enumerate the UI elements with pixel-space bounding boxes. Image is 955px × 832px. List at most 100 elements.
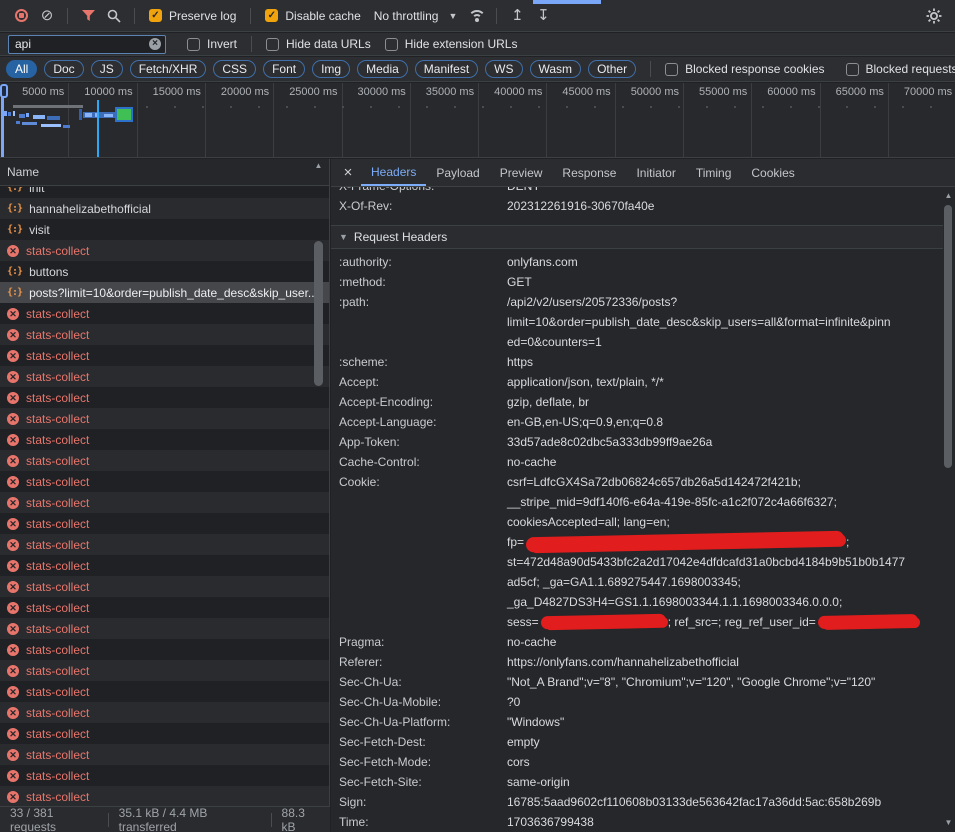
request-name: stats-collect bbox=[26, 433, 89, 447]
filter-input[interactable]: api × bbox=[8, 35, 166, 54]
type-filter-wasm[interactable]: Wasm bbox=[530, 60, 582, 78]
type-filter-js[interactable]: JS bbox=[91, 60, 123, 78]
tab-initiator[interactable]: Initiator bbox=[626, 159, 685, 186]
type-filter-fetch-xhr[interactable]: Fetch/XHR bbox=[130, 60, 207, 78]
preserve-log-checkbox[interactable]: ✓ Preserve log bbox=[149, 9, 236, 23]
header-value-text: onlyfans.com bbox=[507, 255, 578, 269]
request-row[interactable]: ✕stats-collect bbox=[0, 744, 329, 765]
request-row[interactable]: ✕stats-collect bbox=[0, 429, 329, 450]
request-row[interactable]: ✕stats-collect bbox=[0, 408, 329, 429]
clear-button[interactable]: ⊘ bbox=[34, 4, 60, 28]
request-row[interactable]: {:}init bbox=[0, 187, 329, 198]
tab-headers[interactable]: Headers bbox=[361, 159, 426, 186]
hide-extension-urls-checkbox[interactable]: Hide extension URLs bbox=[385, 37, 518, 51]
type-filter-img[interactable]: Img bbox=[312, 60, 350, 78]
clear-filter-icon[interactable]: × bbox=[149, 38, 161, 50]
timeline-dot bbox=[370, 106, 372, 108]
request-row[interactable]: ✕stats-collect bbox=[0, 345, 329, 366]
tab-response[interactable]: Response bbox=[552, 159, 626, 186]
overview-selection-handle[interactable] bbox=[1, 95, 4, 158]
record-button[interactable] bbox=[8, 4, 34, 28]
search-button[interactable] bbox=[101, 4, 127, 28]
requests-scrollbar[interactable]: ▲ bbox=[312, 161, 325, 804]
request-row[interactable]: ✕stats-collect bbox=[0, 366, 329, 387]
scroll-up-arrow[interactable]: ▲ bbox=[943, 191, 954, 201]
request-row[interactable]: ✕stats-collect bbox=[0, 660, 329, 681]
export-har-button[interactable]: ↧ bbox=[530, 4, 556, 28]
request-row[interactable]: ✕stats-collect bbox=[0, 576, 329, 597]
request-row[interactable]: ✕stats-collect bbox=[0, 765, 329, 786]
request-name: stats-collect bbox=[26, 412, 89, 426]
request-row[interactable]: ✕stats-collect bbox=[0, 702, 329, 723]
request-row[interactable]: ✕stats-collect bbox=[0, 492, 329, 513]
type-filter-ws[interactable]: WS bbox=[485, 60, 522, 78]
request-row[interactable]: ✕stats-collect bbox=[0, 303, 329, 324]
request-name: stats-collect bbox=[26, 769, 89, 783]
waterfall-bar bbox=[22, 122, 37, 125]
invert-checkbox[interactable]: Invert bbox=[187, 37, 237, 51]
request-row[interactable]: ✕stats-collect bbox=[0, 471, 329, 492]
request-row[interactable]: ✕stats-collect bbox=[0, 450, 329, 471]
request-row[interactable]: ✕stats-collect bbox=[0, 513, 329, 534]
tab-preview[interactable]: Preview bbox=[490, 159, 553, 186]
timeline-dot bbox=[622, 106, 624, 108]
header-value-text: limit=10&order=publish_date_desc&skip_us… bbox=[507, 315, 891, 329]
request-row[interactable]: ✕stats-collect bbox=[0, 786, 329, 806]
request-row[interactable]: ✕stats-collect bbox=[0, 639, 329, 660]
tab-timing[interactable]: Timing bbox=[686, 159, 742, 186]
type-filter-all[interactable]: All bbox=[6, 60, 37, 78]
overview-handle-grip[interactable] bbox=[0, 84, 8, 98]
type-filter-media[interactable]: Media bbox=[357, 60, 408, 78]
scroll-down-arrow[interactable]: ▼ bbox=[943, 818, 954, 828]
request-row[interactable]: ✕stats-collect bbox=[0, 240, 329, 261]
scrollbar-thumb[interactable] bbox=[944, 205, 952, 468]
name-column-header[interactable]: Name bbox=[0, 159, 329, 186]
request-headers-section-header[interactable]: ▼Request Headers bbox=[331, 225, 943, 249]
request-row[interactable]: {:}hannahelizabethofficial bbox=[0, 198, 329, 219]
blocked-response-cookies-checkbox[interactable]: Blocked response cookies bbox=[665, 62, 824, 76]
header-value-text: csrf=LdfcGX4Sa72db06824c657db26a5d142472… bbox=[507, 475, 801, 489]
type-filter-manifest[interactable]: Manifest bbox=[415, 60, 478, 78]
request-row[interactable]: ✕stats-collect bbox=[0, 534, 329, 555]
close-details-button[interactable]: × bbox=[335, 159, 361, 186]
header-value-text: no-cache bbox=[507, 455, 556, 469]
hide-data-urls-checkbox[interactable]: Hide data URLs bbox=[266, 37, 371, 51]
header-row: Sec-Fetch-Dest:empty bbox=[331, 732, 943, 752]
type-filter-font[interactable]: Font bbox=[263, 60, 305, 78]
header-name: Sign: bbox=[339, 792, 366, 812]
network-overview-timeline[interactable]: 5000 ms10000 ms15000 ms20000 ms25000 ms3… bbox=[0, 83, 955, 158]
header-value-text: /api2/v2/users/20572336/posts? bbox=[507, 295, 677, 309]
timeline-tick-label: 15000 ms bbox=[137, 86, 201, 98]
request-row[interactable]: ✕stats-collect bbox=[0, 555, 329, 576]
type-filter-other[interactable]: Other bbox=[588, 60, 636, 78]
request-row[interactable]: {:}buttons bbox=[0, 261, 329, 282]
settings-button[interactable] bbox=[921, 4, 947, 28]
throttling-select[interactable]: No throttling ▼ bbox=[374, 9, 458, 23]
request-row[interactable]: ✕stats-collect bbox=[0, 618, 329, 639]
network-status-bar: 33 / 381 requests 35.1 kB / 4.4 MB trans… bbox=[0, 806, 330, 832]
error-icon: ✕ bbox=[7, 329, 19, 341]
import-har-button[interactable]: ↥ bbox=[504, 4, 530, 28]
request-row[interactable]: {:}posts?limit=10&order=publish_date_des… bbox=[0, 282, 329, 303]
scrollbar-thumb[interactable] bbox=[314, 241, 323, 386]
filter-toggle-button[interactable] bbox=[75, 4, 101, 28]
disable-cache-checkbox[interactable]: ✓ Disable cache bbox=[265, 9, 360, 23]
details-scrollbar[interactable]: ▲ ▼ bbox=[943, 189, 954, 830]
request-name: visit bbox=[29, 223, 50, 237]
request-row[interactable]: ✕stats-collect bbox=[0, 597, 329, 618]
request-row[interactable]: ✕stats-collect bbox=[0, 387, 329, 408]
request-row[interactable]: ✕stats-collect bbox=[0, 324, 329, 345]
header-name: Cookie: bbox=[339, 472, 380, 492]
toolbar-divider bbox=[496, 8, 497, 24]
blocked-requests-checkbox[interactable]: Blocked requests bbox=[846, 62, 955, 76]
tab-cookies[interactable]: Cookies bbox=[741, 159, 804, 186]
network-conditions-button[interactable] bbox=[463, 4, 489, 28]
request-row[interactable]: ✕stats-collect bbox=[0, 681, 329, 702]
scroll-up-arrow[interactable]: ▲ bbox=[312, 161, 325, 171]
tab-payload[interactable]: Payload bbox=[426, 159, 489, 186]
header-name: Sec-Fetch-Mode: bbox=[339, 752, 431, 772]
type-filter-doc[interactable]: Doc bbox=[44, 60, 83, 78]
type-filter-css[interactable]: CSS bbox=[213, 60, 256, 78]
request-row[interactable]: {:}visit bbox=[0, 219, 329, 240]
request-row[interactable]: ✕stats-collect bbox=[0, 723, 329, 744]
